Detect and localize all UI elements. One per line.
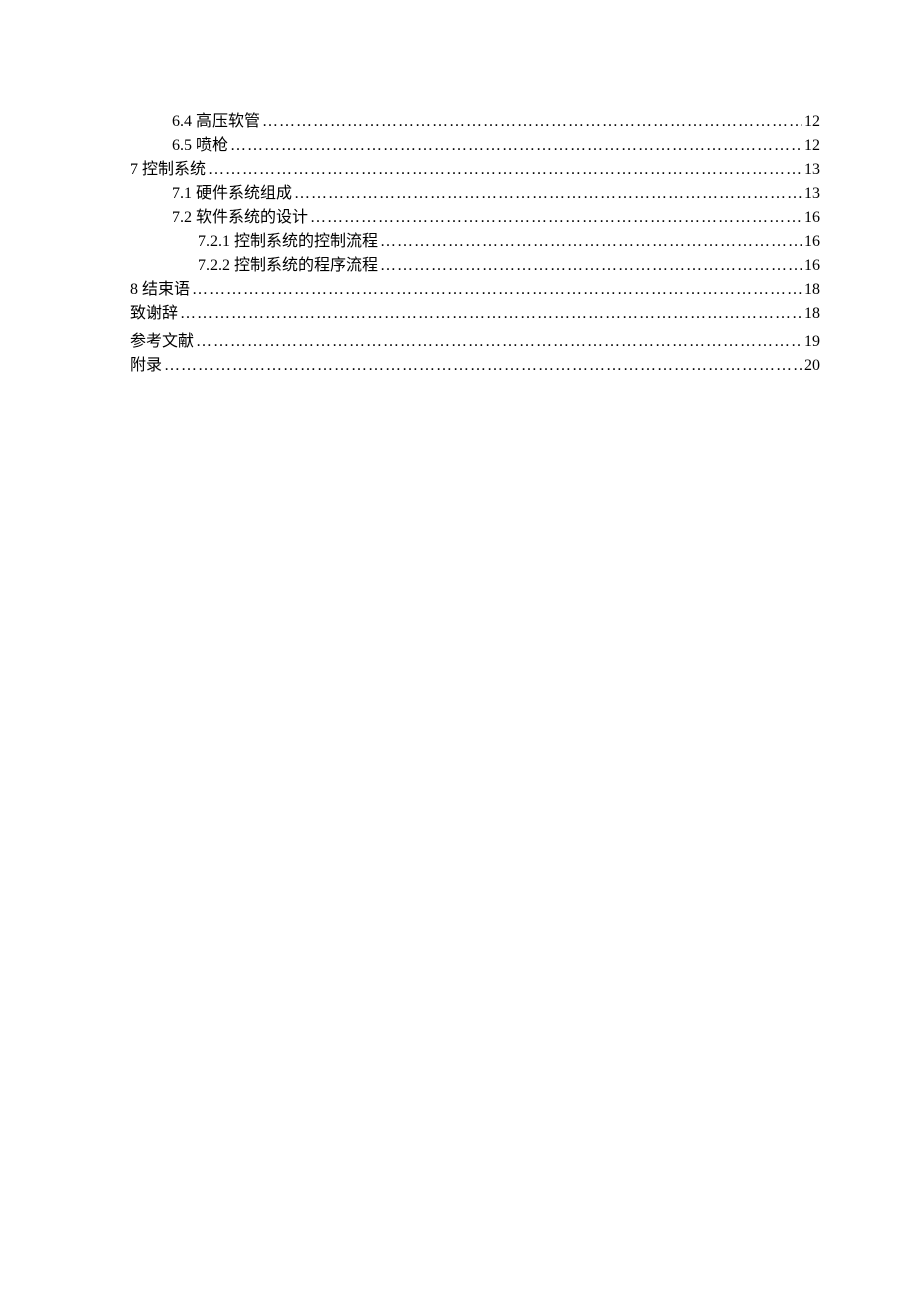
toc-page-number: 12: [804, 110, 820, 134]
toc-label: 附录: [130, 354, 162, 378]
toc-label: 6.5 喷枪: [172, 134, 228, 158]
toc-label: 6.4 高压软管: [172, 110, 260, 134]
toc-leader-dots: [294, 182, 802, 206]
toc-entry: 7.1 硬件系统组成 13: [130, 182, 820, 206]
toc-page-number: 13: [804, 182, 820, 206]
toc-page-number: 18: [804, 278, 820, 302]
toc-page-number: 13: [804, 158, 820, 182]
toc-leader-dots: [380, 230, 802, 254]
toc-entry: 8 结束语 18: [130, 278, 820, 302]
toc-entry: 7 控制系统 13: [130, 158, 820, 182]
toc-label: 7.2 软件系统的设计: [172, 206, 308, 230]
toc-leader-dots: [164, 354, 802, 378]
toc-label: 7.1 硬件系统组成: [172, 182, 292, 206]
toc-page-number: 19: [804, 330, 820, 354]
toc-page-number: 12: [804, 134, 820, 158]
toc-label: 致谢辞: [130, 302, 178, 326]
toc-entry: 附录 20: [130, 354, 820, 378]
toc-entry: 6.4 高压软管 12: [130, 110, 820, 134]
toc-leader-dots: [180, 302, 802, 326]
toc-page-number: 16: [804, 254, 820, 278]
toc-leader-dots: [208, 158, 802, 182]
toc-entry: 致谢辞 18: [130, 302, 820, 326]
toc-label: 7 控制系统: [130, 158, 206, 182]
toc-page-number: 16: [804, 230, 820, 254]
toc-leader-dots: [196, 330, 802, 354]
toc-page-number: 20: [804, 354, 820, 378]
toc-label: 8 结束语: [130, 278, 190, 302]
toc-page-number: 18: [804, 302, 820, 326]
toc-label: 7.2.2 控制系统的程序流程: [198, 254, 378, 278]
toc-leader-dots: [230, 134, 802, 158]
toc-entry: 7.2.1 控制系统的控制流程 16: [130, 230, 820, 254]
table-of-contents: 6.4 高压软管126.5 喷枪127 控制系统137.1 硬件系统组成137.…: [130, 110, 820, 378]
toc-leader-dots: [310, 206, 802, 230]
toc-entry: 6.5 喷枪 12: [130, 134, 820, 158]
toc-label: 参考文献: [130, 330, 194, 354]
toc-leader-dots: [192, 278, 802, 302]
toc-entry: 7.2 软件系统的设计 16: [130, 206, 820, 230]
toc-entry: 7.2.2 控制系统的程序流程 16: [130, 254, 820, 278]
toc-label: 7.2.1 控制系统的控制流程: [198, 230, 378, 254]
toc-leader-dots: [380, 254, 802, 278]
toc-leader-dots: [262, 110, 802, 134]
toc-entry: 参考文献 19: [130, 330, 820, 354]
toc-page-number: 16: [804, 206, 820, 230]
